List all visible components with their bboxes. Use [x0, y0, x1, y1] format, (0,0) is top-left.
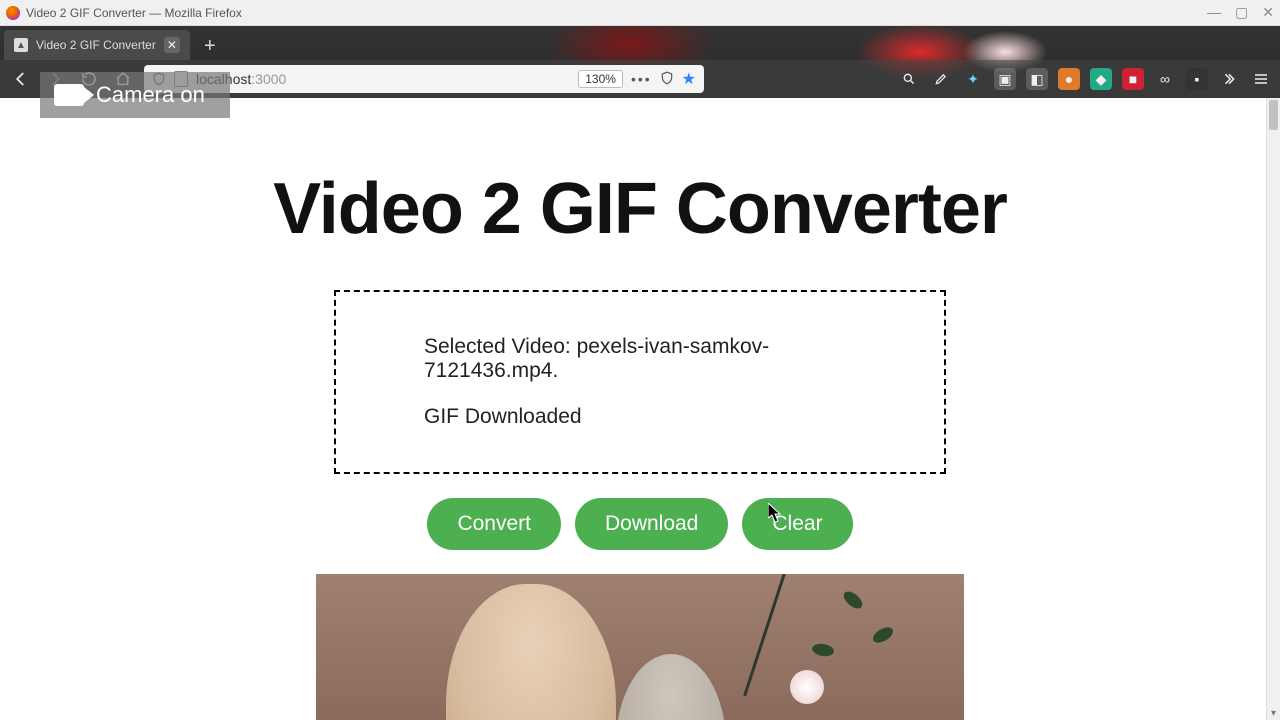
camera-overlay-label: Camera on: [96, 82, 205, 108]
selected-video-prefix: Selected Video:: [424, 335, 577, 358]
mouse-cursor-icon: [768, 503, 780, 521]
selected-video-line: Selected Video: pexels-ivan-samkov-71214…: [424, 335, 856, 383]
window-titlebar: Video 2 GIF Converter — Mozilla Firefox …: [0, 0, 1280, 26]
clear-button[interactable]: Clear: [742, 498, 852, 550]
tab-strip: ▲ Video 2 GIF Converter ✕ +: [0, 26, 1280, 60]
overflow-chevron-icon[interactable]: [1218, 68, 1240, 90]
tab-title: Video 2 GIF Converter: [36, 38, 156, 52]
download-button[interactable]: Download: [575, 498, 728, 550]
tab-favicon-icon: ▲: [14, 38, 28, 52]
toolbar-extensions: ✦ ▣ ◧ ● ◆ ■ ∞ ▪: [898, 68, 1272, 90]
extension-icon-8[interactable]: ▪: [1186, 68, 1208, 90]
extension-icon-2[interactable]: ▣: [994, 68, 1016, 90]
zoom-level-badge[interactable]: 130%: [578, 70, 623, 88]
gif-preview: [316, 574, 964, 720]
page-actions-icon[interactable]: •••: [631, 71, 652, 87]
url-port: :3000: [251, 71, 286, 87]
preview-flower: [790, 670, 824, 704]
camera-icon: [54, 84, 84, 106]
search-icon[interactable]: [898, 68, 920, 90]
dropzone[interactable]: Selected Video: pexels-ivan-samkov-71214…: [334, 290, 946, 474]
edit-icon[interactable]: [930, 68, 952, 90]
extension-icon-4[interactable]: ●: [1058, 68, 1080, 90]
url-text: localhost:3000: [196, 71, 570, 87]
tab-active[interactable]: ▲ Video 2 GIF Converter ✕: [4, 30, 190, 60]
window-controls: ― ▢ ✕: [1207, 4, 1274, 21]
window-title: Video 2 GIF Converter — Mozilla Firefox: [26, 6, 242, 20]
close-window-button[interactable]: ✕: [1262, 4, 1274, 21]
status-line: GIF Downloaded: [424, 405, 856, 429]
extension-icon-1[interactable]: ✦: [962, 68, 984, 90]
reader-shield-icon[interactable]: [660, 70, 674, 89]
camera-on-overlay: Camera on: [40, 72, 230, 118]
convert-button[interactable]: Convert: [427, 498, 561, 550]
bookmark-star-icon[interactable]: ★: [682, 69, 696, 89]
menu-button[interactable]: [1250, 68, 1272, 90]
page-viewport: Video 2 GIF Converter Selected Video: pe…: [0, 98, 1280, 720]
preview-vase-2: [616, 654, 726, 720]
page-title: Video 2 GIF Converter: [273, 168, 1007, 250]
button-row: Convert Download Clear: [427, 498, 852, 550]
tab-close-button[interactable]: ✕: [164, 37, 180, 53]
scrollbar-thumb[interactable]: [1269, 100, 1278, 130]
extension-icon-7[interactable]: ∞: [1154, 68, 1176, 90]
new-tab-button[interactable]: +: [196, 32, 224, 60]
minimize-button[interactable]: ―: [1207, 4, 1221, 21]
extension-icon-6[interactable]: ■: [1122, 68, 1144, 90]
firefox-icon: [6, 6, 20, 20]
scrollbar-down-arrow-icon[interactable]: ▾: [1267, 706, 1280, 720]
maximize-button[interactable]: ▢: [1235, 4, 1248, 21]
extension-icon-3[interactable]: ◧: [1026, 68, 1048, 90]
extension-icon-5[interactable]: ◆: [1090, 68, 1112, 90]
preview-vase-1: [446, 584, 616, 720]
app-root: Video 2 GIF Converter Selected Video: pe…: [0, 98, 1280, 720]
vertical-scrollbar[interactable]: ▾: [1266, 98, 1280, 720]
back-button[interactable]: [8, 66, 34, 92]
